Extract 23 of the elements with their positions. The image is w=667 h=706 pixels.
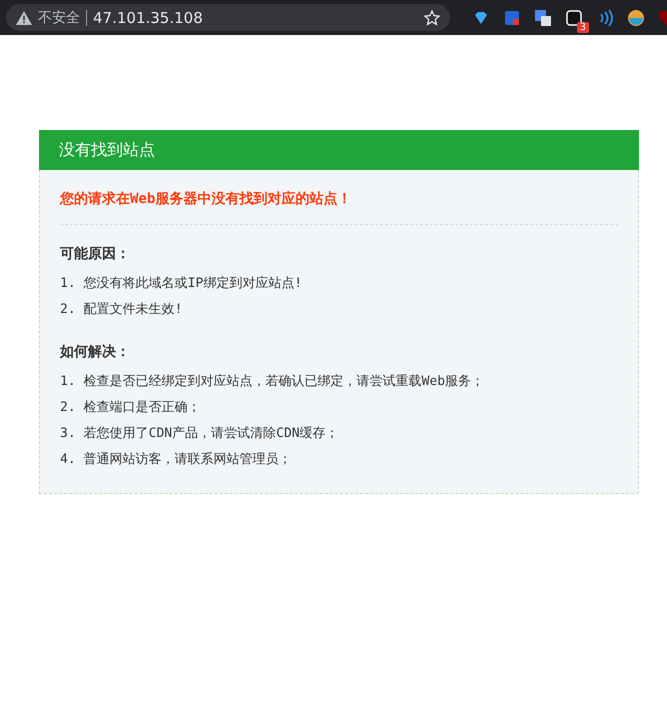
star-icon[interactable]: [424, 10, 440, 26]
list-text: 您没有将此域名或IP绑定到对应站点!: [84, 275, 302, 293]
list-number: 2.: [60, 301, 76, 319]
list-text: 检查端口是否正确；: [84, 399, 201, 417]
panel-title: 没有找到站点: [39, 130, 639, 170]
list-text: 若您使用了CDN产品，请尝试清除CDN缓存；: [84, 425, 339, 443]
list-number: 1.: [60, 275, 76, 293]
warning-icon[interactable]: [16, 10, 32, 24]
list-text: 普通网站访客，请联系网站管理员；: [84, 450, 292, 469]
list-number: 2.: [60, 399, 76, 417]
error-message: 您的请求在Web服务器中没有找到对应的站点！: [60, 186, 618, 225]
url-text: 47.101.35.108: [93, 8, 204, 26]
list-text: 配置文件未生效!: [84, 301, 182, 319]
list-text: 检查是否已经绑定到对应站点，若确认已绑定，请尝试重载Web服务；: [84, 373, 484, 391]
bowl-icon[interactable]: [627, 8, 645, 26]
notification-badge: 3: [576, 22, 589, 32]
list-number: 1.: [60, 373, 76, 391]
section-heading: 可能原因：: [60, 245, 131, 263]
section-heading: 如何解决：: [60, 343, 131, 361]
list-number: 4.: [60, 451, 76, 469]
list-number: 3.: [60, 425, 76, 443]
security-label: 不安全: [38, 8, 80, 26]
address-bar[interactable]: 不安全 47.101.35.108: [6, 4, 450, 31]
